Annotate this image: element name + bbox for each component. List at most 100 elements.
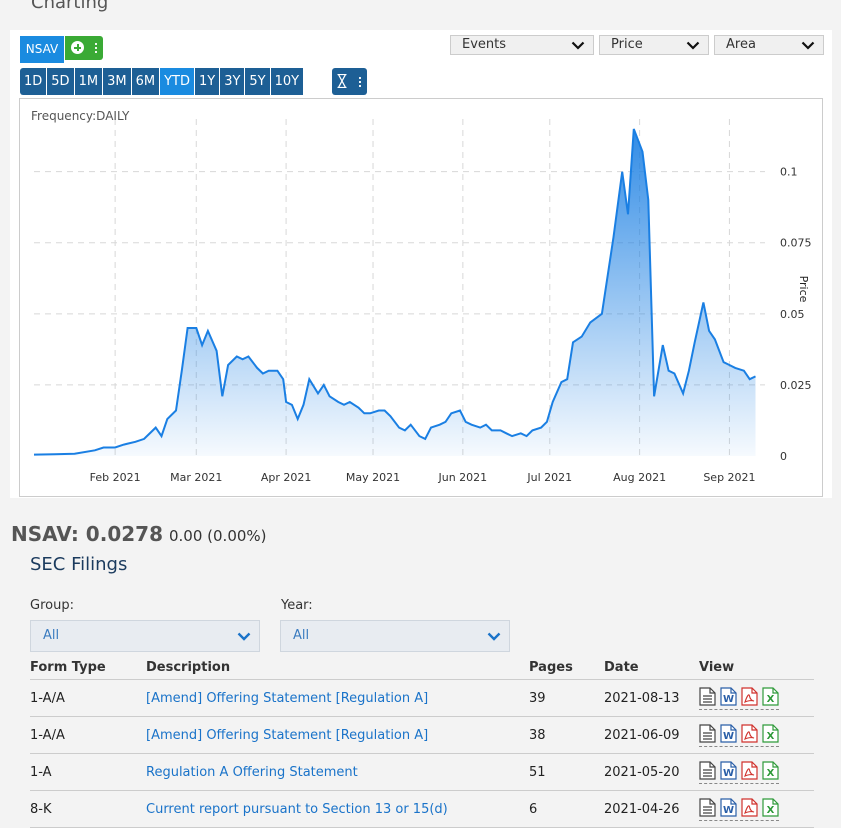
excel-doc-icon[interactable]: X xyxy=(762,686,779,706)
view-cell: WX xyxy=(699,790,814,828)
chevron-down-icon xyxy=(801,41,815,50)
y-tick-label: 0.1 xyxy=(780,166,798,179)
group-select[interactable]: All xyxy=(30,620,260,652)
pdf-doc-icon[interactable] xyxy=(741,723,758,743)
range-button-5d[interactable]: 5D xyxy=(47,68,74,95)
sec-filings-table: Form Type Description Pages Date View 1-… xyxy=(30,655,814,828)
range-button-1d[interactable]: 1D xyxy=(20,68,47,95)
pdf-doc-icon[interactable] xyxy=(741,686,758,706)
quote-change: 0.00 (0.00%) xyxy=(168,527,267,545)
svg-text:X: X xyxy=(767,694,775,705)
table-row: 1-A/A [Amend] Offering Statement [Regulat… xyxy=(30,679,814,717)
svg-text:W: W xyxy=(723,768,734,779)
html-doc-icon[interactable] xyxy=(699,797,716,817)
column-header-date: Date xyxy=(604,655,699,680)
pdf-doc-icon[interactable] xyxy=(741,797,758,817)
price-chart[interactable]: 0 0.025 0.05 0.075 0.1 Feb 2021 Mar 2021 Apr 20… xyxy=(19,98,823,497)
excel-doc-icon[interactable]: X xyxy=(762,760,779,780)
x-tick-label: Feb 2021 xyxy=(90,471,141,484)
price-select-label: Price xyxy=(611,37,643,52)
column-header-view: View xyxy=(699,655,814,680)
chart-panel: NSAV 1D 5D 1M 3M 6M YTD 1Y 3Y 5Y 10Y Events Price… xyxy=(10,30,832,498)
description-cell: Regulation A Offering Statement xyxy=(146,753,529,791)
pages-cell: 6 xyxy=(529,790,604,828)
price-select[interactable]: Price xyxy=(599,35,709,55)
year-select[interactable]: All xyxy=(280,620,510,652)
view-cell: WX xyxy=(699,679,814,717)
html-doc-icon[interactable] xyxy=(699,760,716,780)
word-doc-icon[interactable]: W xyxy=(720,723,737,743)
x-tick-label: May 2021 xyxy=(346,471,400,484)
range-selector: 1D 5D 1M 3M 6M YTD 1Y 3Y 5Y 10Y xyxy=(20,68,304,95)
x-tick-label: Mar 2021 xyxy=(170,471,222,484)
pdf-doc-icon[interactable] xyxy=(741,760,758,780)
chevron-down-icon xyxy=(487,632,501,641)
y-tick-label: 0.025 xyxy=(780,379,812,392)
form-type-cell: 1-A xyxy=(30,753,146,791)
events-select[interactable]: Events xyxy=(450,35,594,55)
table-row: 1-A Regulation A Offering Statement 51 2021… xyxy=(30,753,814,791)
range-button-3y[interactable]: 3Y xyxy=(220,68,245,95)
quote-summary: NSAV: 0.0278 0.00 (0.00%) xyxy=(11,522,267,546)
view-cell: WX xyxy=(699,753,814,791)
view-icons: WX xyxy=(699,686,779,710)
y-tick-label: 0 xyxy=(780,450,787,463)
x-tick-label: Sep 2021 xyxy=(703,471,755,484)
symbol-button[interactable]: NSAV xyxy=(20,36,64,63)
chart-type-select-label: Area xyxy=(726,37,756,52)
price-area xyxy=(34,129,756,456)
html-doc-icon[interactable] xyxy=(699,723,716,743)
range-button-5y[interactable]: 5Y xyxy=(245,68,270,95)
y-tick-label: 0.075 xyxy=(780,237,812,250)
table-row: 1-A/A [Amend] Offering Statement [Regulat… xyxy=(30,716,814,754)
date-cell: 2021-08-13 xyxy=(604,679,699,717)
year-label: Year: xyxy=(281,598,313,613)
filing-description-link[interactable]: Regulation A Offering Statement xyxy=(146,765,358,780)
range-button-3m[interactable]: 3M xyxy=(103,68,131,95)
chevron-down-icon xyxy=(686,41,700,50)
year-select-value: All xyxy=(293,628,310,643)
x-tick-label: Apr 2021 xyxy=(261,471,312,484)
events-select-label: Events xyxy=(462,37,507,52)
svg-text:X: X xyxy=(767,805,775,816)
word-doc-icon[interactable]: W xyxy=(720,797,737,817)
group-select-value: All xyxy=(43,628,60,643)
frequency-label: Frequency:DAILY xyxy=(31,109,130,123)
table-row: 8-K Current report pursuant to Section 13… xyxy=(30,790,814,828)
date-cell: 2021-04-26 xyxy=(604,790,699,828)
column-header-pages: Pages xyxy=(529,655,604,680)
pages-cell: 39 xyxy=(529,679,604,717)
excel-doc-icon[interactable]: X xyxy=(762,797,779,817)
description-cell: Current report pursuant to Section 13 or… xyxy=(146,790,529,828)
filing-description-link[interactable]: Current report pursuant to Section 13 or… xyxy=(146,802,448,817)
filing-description-link[interactable]: [Amend] Offering Statement [Regulation A… xyxy=(146,691,428,706)
range-button-6m[interactable]: 6M xyxy=(131,68,160,95)
range-button-ytd[interactable]: YTD xyxy=(160,68,194,95)
word-doc-icon[interactable]: W xyxy=(720,760,737,780)
group-label: Group: xyxy=(30,598,74,613)
range-button-1y[interactable]: 1Y xyxy=(194,68,220,95)
svg-text:W: W xyxy=(723,805,734,816)
section-title: Charting xyxy=(31,0,109,13)
svg-text:X: X xyxy=(767,731,775,742)
pages-cell: 38 xyxy=(529,716,604,754)
y-tick-label: 0.05 xyxy=(780,308,805,321)
description-cell: [Amend] Offering Statement [Regulation A… xyxy=(146,679,529,717)
range-button-10y[interactable]: 10Y xyxy=(270,68,304,95)
svg-text:W: W xyxy=(723,694,734,705)
more-options-icon[interactable] xyxy=(359,76,361,88)
date-cell: 2021-06-09 xyxy=(604,716,699,754)
more-options-icon[interactable] xyxy=(95,42,97,54)
quote-price: NSAV: 0.0278 xyxy=(11,522,163,546)
range-button-1m[interactable]: 1M xyxy=(74,68,103,95)
excel-doc-icon[interactable]: X xyxy=(762,723,779,743)
word-doc-icon[interactable]: W xyxy=(720,686,737,706)
view-icons: WX xyxy=(699,797,779,821)
chart-type-select[interactable]: Area xyxy=(714,35,824,55)
html-doc-icon[interactable] xyxy=(699,686,716,706)
custom-range-button[interactable] xyxy=(332,68,367,95)
filing-description-link[interactable]: [Amend] Offering Statement [Regulation A… xyxy=(146,728,428,743)
add-comparison-button[interactable] xyxy=(65,36,103,60)
svg-text:W: W xyxy=(723,731,734,742)
sec-filings-title: SEC Filings xyxy=(30,554,128,575)
